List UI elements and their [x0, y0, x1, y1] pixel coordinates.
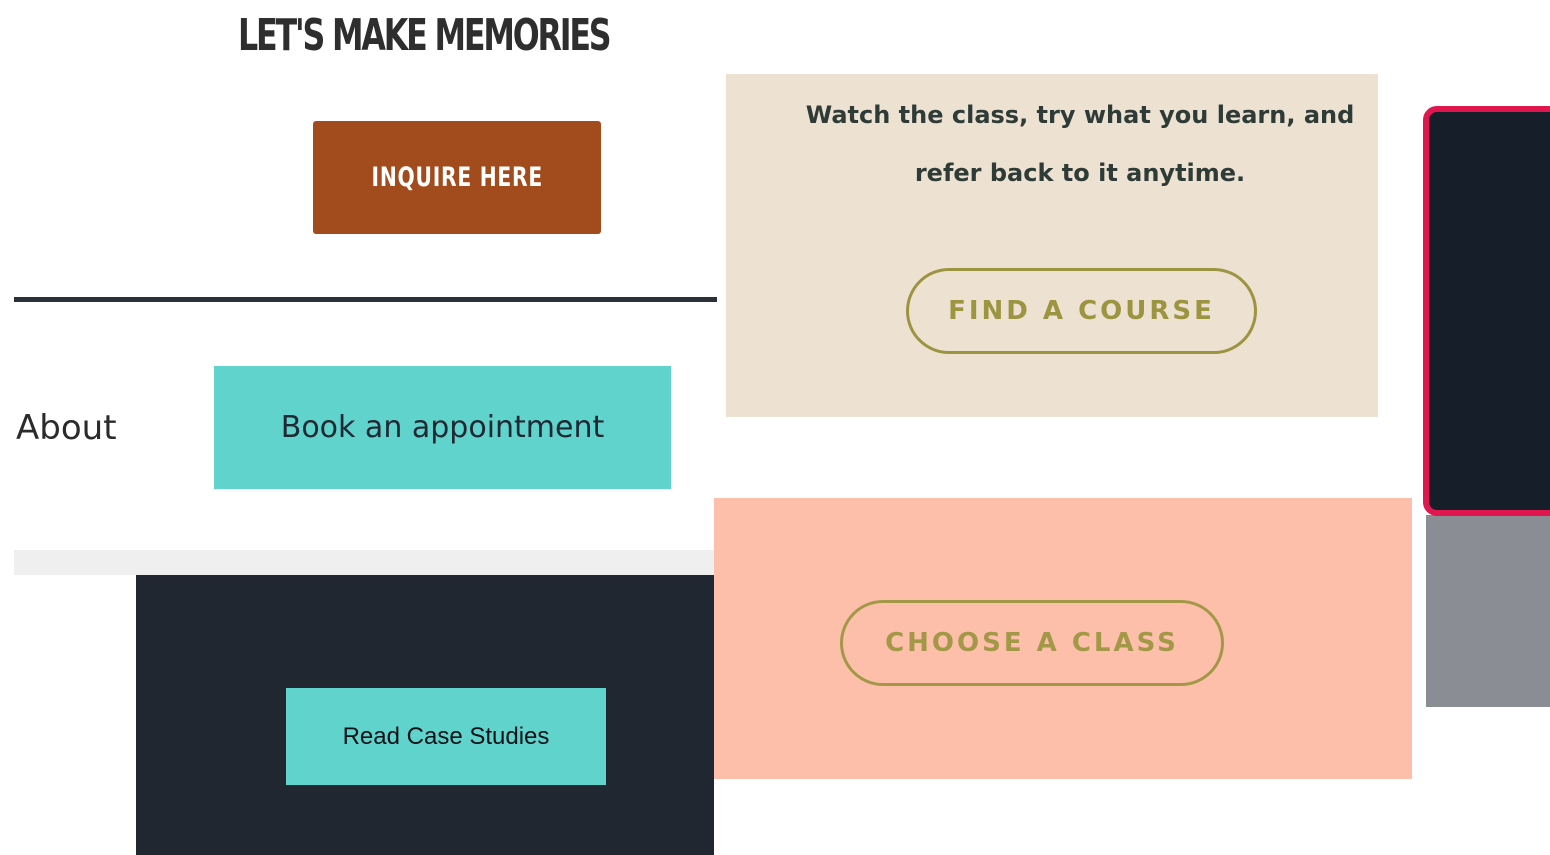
memories-heading: LET'S MAKE MEMORIES: [238, 10, 612, 61]
nav-link-about[interactable]: About: [16, 404, 117, 452]
course-description: Watch the class, try what you learn, and…: [805, 101, 1355, 187]
card-backdrop: [1426, 515, 1550, 707]
nav-divider: [14, 297, 717, 302]
inquire-button[interactable]: INQUIRE HERE: [313, 121, 601, 234]
book-appointment-button[interactable]: Book an appointment: [214, 366, 671, 489]
inquire-button-label: INQUIRE HERE: [371, 162, 543, 193]
find-course-button[interactable]: FIND A COURSE: [906, 268, 1257, 354]
choose-class-button[interactable]: CHOOSE A CLASS: [840, 600, 1224, 686]
section-divider-band: [14, 550, 717, 575]
highlighted-card[interactable]: [1423, 106, 1550, 516]
read-case-studies-button[interactable]: Read Case Studies: [286, 688, 606, 785]
